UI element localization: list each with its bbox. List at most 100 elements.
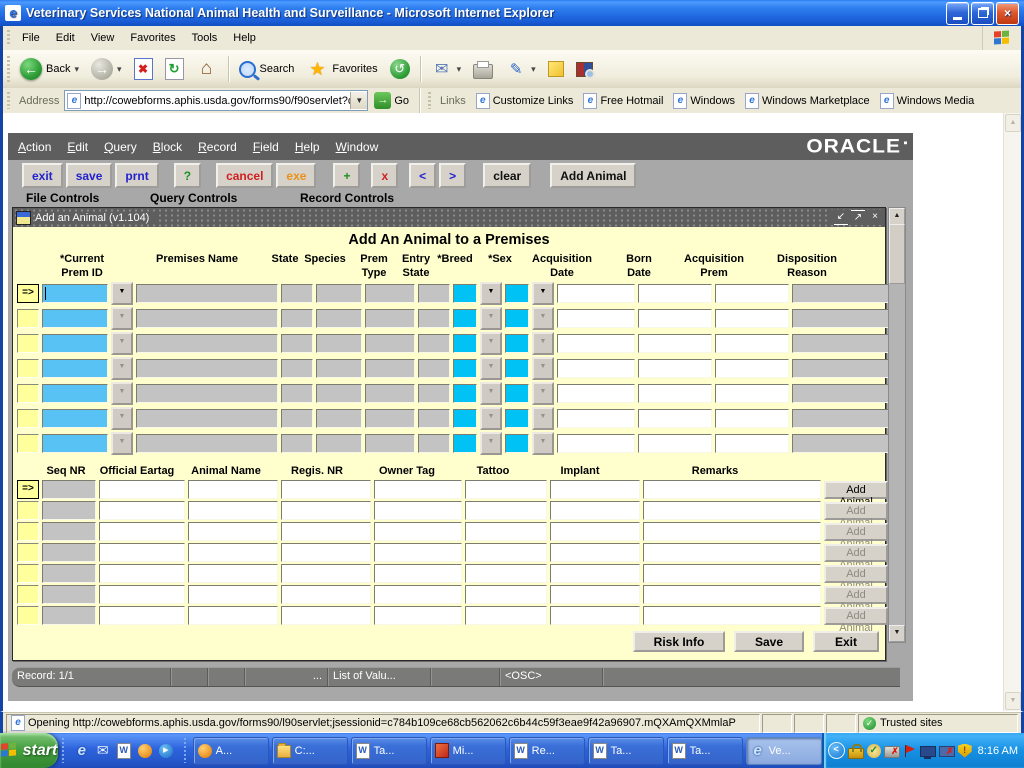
breed-input[interactable]	[453, 359, 477, 378]
regis-nr-input[interactable]	[281, 564, 371, 583]
oracle-exit-button[interactable]: exit	[22, 163, 63, 188]
acquisition-date-input[interactable]	[557, 384, 635, 403]
implant-input[interactable]	[550, 522, 640, 541]
link-windows[interactable]: eWindows	[668, 93, 740, 109]
network-icon[interactable]	[920, 746, 936, 757]
tattoo-input[interactable]	[465, 564, 547, 583]
menu-item-tools[interactable]: Tools	[184, 29, 226, 47]
acquisition-date-input[interactable]	[557, 359, 635, 378]
born-date-input[interactable]	[638, 284, 712, 303]
owner-tag-input[interactable]	[374, 564, 462, 583]
remarks-input[interactable]	[643, 606, 821, 625]
address-dropdown-button[interactable]: ▼	[350, 92, 367, 109]
task-button-mi[interactable]: Mi...	[430, 737, 506, 765]
acquisition-date-input[interactable]	[557, 409, 635, 428]
menu-item-file[interactable]: File	[14, 29, 48, 47]
sex-input[interactable]	[505, 359, 529, 378]
toolbar-home-button[interactable]: ⌂	[190, 53, 224, 85]
go-button[interactable]: → Go	[368, 90, 415, 111]
born-date-input[interactable]	[638, 334, 712, 353]
current-prem-id-input[interactable]	[42, 409, 108, 428]
sex-input[interactable]	[505, 409, 529, 428]
oracle-btn-button[interactable]: ?	[174, 163, 201, 188]
link-windows-marketplace[interactable]: eWindows Marketplace	[740, 93, 875, 109]
form-scrollbar[interactable]: ▲ ▼	[888, 207, 906, 643]
animal-name-input[interactable]	[188, 522, 278, 541]
implant-input[interactable]	[550, 564, 640, 583]
save-button[interactable]: Save	[734, 631, 804, 652]
toolbar-search-button[interactable]: Search	[233, 53, 301, 85]
tattoo-input[interactable]	[465, 480, 547, 499]
security-alert-icon[interactable]: !	[958, 744, 972, 758]
toolbar-history-button[interactable]: ↺	[384, 53, 416, 85]
remarks-input[interactable]	[643, 564, 821, 583]
tattoo-input[interactable]	[465, 522, 547, 541]
official-eartag-input[interactable]	[99, 522, 185, 541]
acquisition-date-input[interactable]	[557, 334, 635, 353]
born-date-input[interactable]	[638, 309, 712, 328]
official-eartag-input[interactable]	[99, 606, 185, 625]
acquisition-prem-input[interactable]	[715, 409, 789, 428]
scrollbar-thumb[interactable]	[889, 224, 905, 284]
owner-tag-input[interactable]	[374, 501, 462, 520]
link-customize-links[interactable]: eCustomize Links	[471, 93, 579, 109]
regis-nr-input[interactable]	[281, 501, 371, 520]
toolbar-edit-button[interactable]: ✎▾	[499, 53, 542, 85]
acquisition-date-input[interactable]	[557, 284, 635, 303]
tattoo-input[interactable]	[465, 585, 547, 604]
taskbar-grip[interactable]	[62, 738, 64, 763]
official-eartag-input[interactable]	[99, 501, 185, 520]
tattoo-input[interactable]	[465, 501, 547, 520]
oracle-clear-button[interactable]: clear	[483, 163, 531, 188]
sex-input[interactable]	[505, 284, 529, 303]
close-button[interactable]: ×	[996, 2, 1019, 25]
menu-item-view[interactable]: View	[83, 29, 123, 47]
quick-launch-word-icon[interactable]: W	[116, 743, 132, 759]
oracle-save-button[interactable]: save	[66, 163, 113, 188]
tattoo-input[interactable]	[465, 606, 547, 625]
close-icon[interactable]: ×	[868, 210, 882, 224]
animal-name-input[interactable]	[188, 480, 278, 499]
acquisition-date-input[interactable]	[557, 309, 635, 328]
animal-name-input[interactable]	[188, 606, 278, 625]
sex-input[interactable]	[505, 434, 529, 453]
owner-tag-input[interactable]	[374, 522, 462, 541]
current-prem-id-dropdown-button[interactable]: ▼	[111, 282, 133, 305]
born-date-input[interactable]	[638, 359, 712, 378]
task-button-a[interactable]: A...	[193, 737, 269, 765]
acquisition-prem-input[interactable]	[715, 334, 789, 353]
address-input[interactable]: e http://cowebforms.aphis.usda.gov/forms…	[64, 90, 368, 111]
oracle-menu-field[interactable]: Field	[253, 140, 279, 154]
toolbar-favorites-button[interactable]: ★Favorites	[300, 53, 383, 85]
breed-dropdown-button[interactable]: ▼	[480, 282, 502, 305]
implant-input[interactable]	[550, 501, 640, 520]
breed-input[interactable]	[453, 409, 477, 428]
network-offline-icon[interactable]: ✗	[939, 746, 955, 757]
owner-tag-input[interactable]	[374, 543, 462, 562]
hide-chevron-icon[interactable]: <	[828, 742, 845, 759]
quick-launch-app-orange-icon[interactable]	[137, 743, 153, 759]
breed-input[interactable]	[453, 284, 477, 303]
official-eartag-input[interactable]	[99, 585, 185, 604]
breed-input[interactable]	[453, 434, 477, 453]
certificate-icon[interactable]: ✓	[867, 744, 881, 758]
implant-input[interactable]	[550, 585, 640, 604]
task-button-re[interactable]: WRe...	[509, 737, 585, 765]
sex-input[interactable]	[505, 334, 529, 353]
oracle-menu-action[interactable]: Action	[18, 140, 51, 154]
current-prem-id-input[interactable]	[42, 434, 108, 453]
quick-launch-outlook-express-icon[interactable]: ✉	[95, 743, 111, 759]
task-button-c[interactable]: C:...	[272, 737, 348, 765]
oracle-btn-button[interactable]: <	[409, 163, 436, 188]
security-lock-icon[interactable]	[848, 748, 864, 759]
toolbar-grip[interactable]	[7, 30, 10, 47]
owner-tag-input[interactable]	[374, 480, 462, 499]
oracle-menu-window[interactable]: Window	[336, 140, 379, 154]
oracle-menu-record[interactable]: Record	[198, 140, 237, 154]
current-prem-id-input[interactable]	[42, 334, 108, 353]
menu-item-favorites[interactable]: Favorites	[122, 29, 183, 47]
toolbar-research-button[interactable]	[570, 53, 599, 85]
risk-info-button[interactable]: Risk Info	[633, 631, 725, 652]
regis-nr-input[interactable]	[281, 480, 371, 499]
current-prem-id-input[interactable]	[42, 284, 108, 303]
